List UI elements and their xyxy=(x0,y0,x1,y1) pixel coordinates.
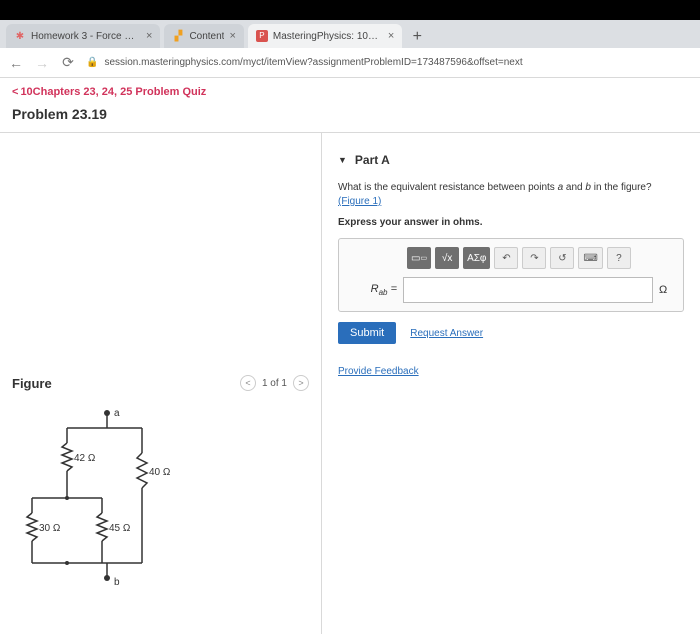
browser-tab-0[interactable]: ✱ Homework 3 - Force Systems × xyxy=(6,24,160,48)
equation-toolbar: ▭▭ √x ΑΣφ ↶ ↷ ↺ ⌨ ? xyxy=(347,247,675,269)
close-icon[interactable]: × xyxy=(229,30,235,42)
resistor-4-label: 45 Ω xyxy=(109,523,131,534)
forward-button[interactable]: → xyxy=(34,55,50,71)
template-button[interactable]: ▭▭ xyxy=(407,247,431,269)
question-text: What is the equivalent resistance betwee… xyxy=(338,181,684,209)
node-a-label: a xyxy=(114,408,120,419)
keyboard-button[interactable]: ⌨ xyxy=(578,247,602,269)
lock-icon: 🔒 xyxy=(86,57,98,68)
chevron-left-icon: < xyxy=(12,86,18,98)
answer-input[interactable] xyxy=(403,277,653,303)
resistor-3-label: 30 Ω xyxy=(39,523,61,534)
address-bar[interactable]: 🔒 session.masteringphysics.com/myct/item… xyxy=(86,57,523,68)
figure-next-button[interactable]: > xyxy=(293,375,309,391)
variable-label: Rab = xyxy=(347,283,397,297)
provide-feedback-link[interactable]: Provide Feedback xyxy=(338,366,419,377)
close-icon[interactable]: × xyxy=(146,30,152,42)
sqrt-button[interactable]: √x xyxy=(435,247,459,269)
figure-title: Figure xyxy=(12,376,52,391)
part-label: Part A xyxy=(355,153,390,167)
request-answer-link[interactable]: Request Answer xyxy=(410,328,483,339)
question-panel: ▼ Part A What is the equivalent resistan… xyxy=(322,133,700,634)
tab-favicon-0: ✱ xyxy=(14,30,26,42)
node-b-label: b xyxy=(114,577,120,588)
breadcrumb[interactable]: <10Chapters 23, 24, 25 Problem Quiz xyxy=(0,78,700,102)
page-title: Problem 23.19 xyxy=(0,102,700,133)
help-button[interactable]: ? xyxy=(607,247,631,269)
back-button[interactable]: ← xyxy=(8,55,24,71)
figure-pager-text: 1 of 1 xyxy=(262,378,287,389)
circuit-figure: a 42 Ω 40 Ω xyxy=(12,403,192,593)
part-header[interactable]: ▼ Part A xyxy=(338,153,684,167)
reload-button[interactable]: ⟳ xyxy=(60,54,76,71)
greek-button[interactable]: ΑΣφ xyxy=(463,247,490,269)
collapse-icon: ▼ xyxy=(338,155,347,165)
tab-favicon-1: ▞ xyxy=(172,30,184,42)
browser-toolbar: ← → ⟳ 🔒 session.masteringphysics.com/myc… xyxy=(0,48,700,78)
redo-button[interactable]: ↷ xyxy=(522,247,546,269)
figure-prev-button[interactable]: < xyxy=(240,375,256,391)
tab-title-0: Homework 3 - Force Systems xyxy=(31,31,141,42)
tab-title-2: MasteringPhysics: 10Chapters xyxy=(273,31,383,42)
url-text: session.masteringphysics.com/myct/itemVi… xyxy=(104,57,522,68)
resistor-1-label: 42 Ω xyxy=(74,453,96,464)
resistor-2-label: 40 Ω xyxy=(149,467,171,478)
figure-panel: Figure < 1 of 1 > a xyxy=(0,133,322,634)
browser-tabstrip: ✱ Homework 3 - Force Systems × ▞ Content… xyxy=(0,20,700,48)
tab-favicon-2: P xyxy=(256,30,268,42)
breadcrumb-text: 10Chapters 23, 24, 25 Problem Quiz xyxy=(20,86,206,98)
reset-button[interactable]: ↺ xyxy=(550,247,574,269)
submit-button[interactable]: Submit xyxy=(338,322,396,344)
tab-title-1: Content xyxy=(189,31,224,42)
new-tab-button[interactable]: + xyxy=(406,26,428,48)
unit-label: Ω xyxy=(659,284,675,296)
close-icon[interactable]: × xyxy=(388,30,394,42)
figure-link[interactable]: (Figure 1) xyxy=(338,196,381,207)
browser-tab-1[interactable]: ▞ Content × xyxy=(164,24,243,48)
answer-box: ▭▭ √x ΑΣφ ↶ ↷ ↺ ⌨ ? Rab = Ω xyxy=(338,238,684,312)
undo-button[interactable]: ↶ xyxy=(494,247,518,269)
answer-instruction: Express your answer in ohms. xyxy=(338,217,684,228)
figure-pager: < 1 of 1 > xyxy=(240,375,309,391)
browser-tab-2[interactable]: P MasteringPhysics: 10Chapters × xyxy=(248,24,402,48)
